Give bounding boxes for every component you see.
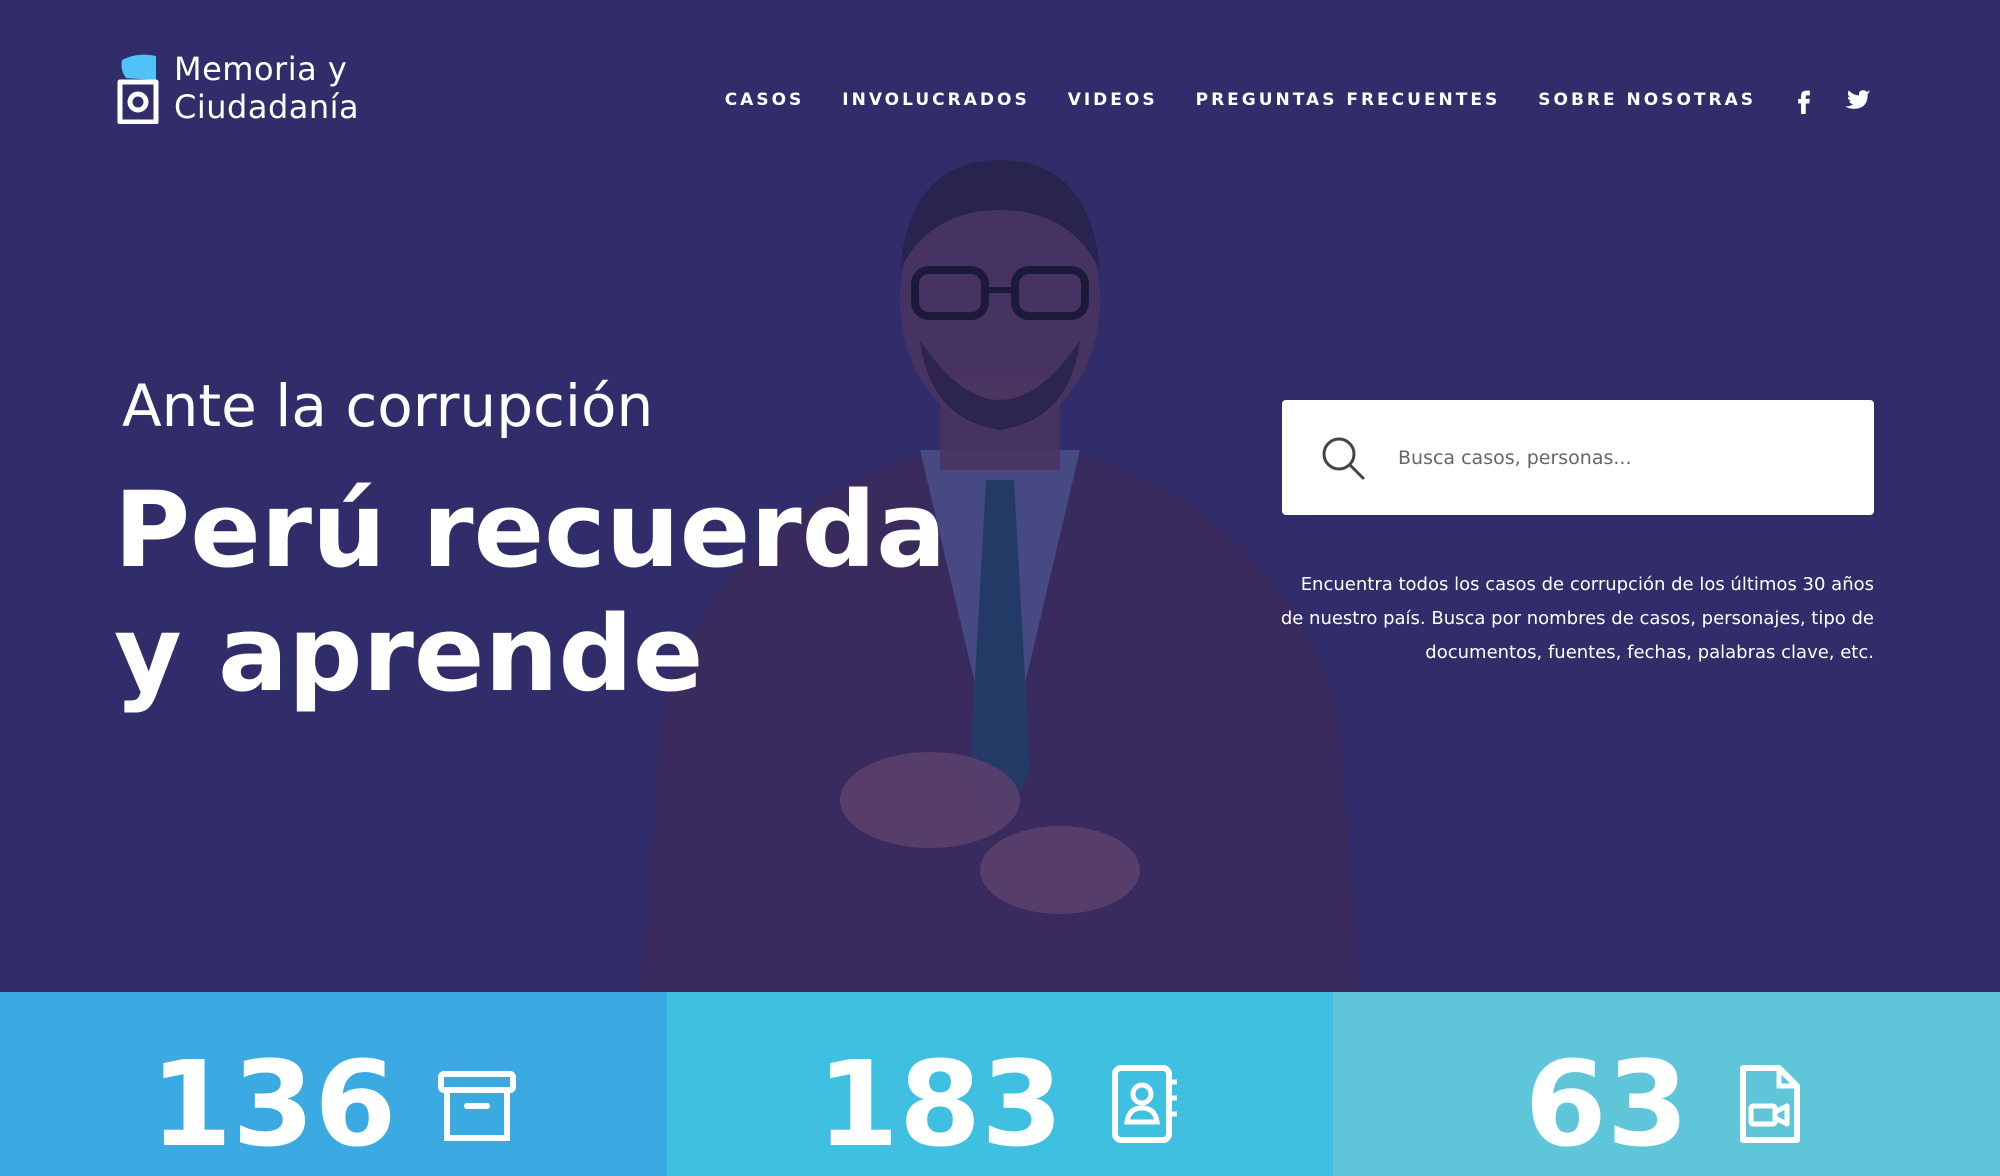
contact-book-icon — [1103, 1064, 1183, 1144]
main-nav: CASOS INVOLUCRADOS VIDEOS PREGUNTAS FREC… — [725, 82, 1872, 118]
brand-name: Memoria y Ciudadanía — [174, 50, 359, 126]
stat-casos[interactable]: 136 — [0, 992, 667, 1176]
nav-preguntas-frecuentes[interactable]: PREGUNTAS FRECUENTES — [1196, 90, 1501, 110]
brand-line-1: Memoria y — [174, 50, 348, 88]
search-icon — [1322, 437, 1365, 479]
hero-description: Encuentra todos los casos de corrupción … — [1280, 574, 1874, 663]
brand-logo[interactable]: Memoria y Ciudadanía — [116, 50, 359, 126]
search-input[interactable] — [1398, 446, 1838, 469]
archive-box-icon — [437, 1064, 517, 1144]
nav-videos[interactable]: VIDEOS — [1068, 90, 1158, 110]
nav-sobre-nosotras[interactable]: SOBRE NOSOTRAS — [1538, 90, 1756, 110]
stat-value: 63 — [1524, 1035, 1689, 1173]
search-box[interactable] — [1282, 400, 1874, 515]
facebook-icon[interactable] — [1790, 86, 1818, 114]
nav-involucrados[interactable]: INVOLUCRADOS — [842, 90, 1029, 110]
twitter-icon[interactable] — [1844, 86, 1872, 114]
nav-casos[interactable]: CASOS — [725, 90, 805, 110]
hero-kicker: Ante la corrupción — [122, 372, 654, 440]
headline-line-1: Perú recuerda — [114, 469, 947, 591]
video-file-icon — [1729, 1064, 1809, 1144]
stats-bar: 136 183 63 — [0, 992, 2000, 1176]
brand-line-2: Ciudadanía — [174, 88, 360, 126]
social-links — [1790, 86, 1872, 114]
stat-value: 136 — [150, 1035, 397, 1173]
stat-value: 183 — [816, 1035, 1064, 1173]
headline-line-2: y aprende — [114, 593, 704, 715]
stat-videos[interactable]: 63 — [1333, 992, 2000, 1176]
hero-section: Memoria y Ciudadanía CASOS INVOLUCRADOS … — [0, 0, 2000, 992]
hero-headline: Perú recuerda y aprende — [114, 468, 946, 716]
logo-mark-icon — [117, 54, 159, 124]
stat-involucrados[interactable]: 183 — [666, 992, 1334, 1176]
